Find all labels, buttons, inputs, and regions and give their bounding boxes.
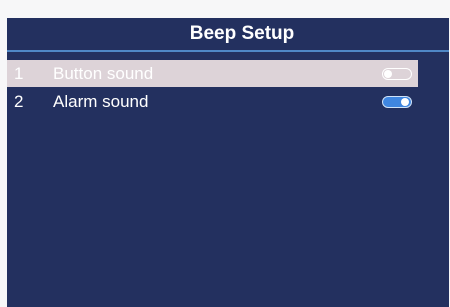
title-divider	[7, 50, 449, 52]
menu-item-alarm-sound[interactable]: 2 Alarm sound	[7, 88, 418, 115]
page-title: Beep Setup	[7, 18, 449, 50]
button-sound-toggle[interactable]	[382, 68, 412, 80]
toggle-knob	[401, 98, 409, 106]
menu-item-button-sound[interactable]: 1 Button sound	[7, 60, 418, 87]
beep-setup-screen: Beep Setup 1 Button sound 2 Alarm sound	[7, 18, 449, 307]
menu-item-number: 2	[14, 92, 24, 111]
alarm-sound-toggle[interactable]	[382, 96, 412, 108]
toggle-knob	[384, 70, 392, 78]
menu-item-label: Alarm sound	[53, 92, 149, 111]
menu-item-number: 1	[14, 64, 24, 83]
menu-item-label: Button sound	[53, 64, 154, 83]
